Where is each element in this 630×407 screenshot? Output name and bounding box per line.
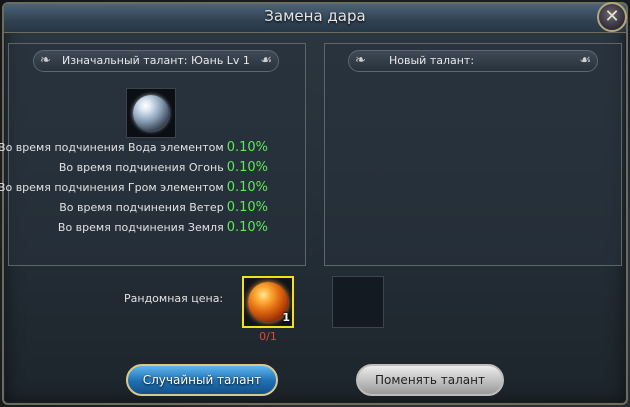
stat-row: Во время подчинения Вода элементом 0.10%	[0, 138, 268, 158]
talent-icon-slot[interactable]	[126, 88, 176, 138]
original-talent-header: ❧ Изначальный талант: Юань Lv 1 ☙	[33, 50, 279, 72]
stat-row: Во время подчинения Земля 0.10%	[58, 218, 268, 238]
stat-label: Во время подчинения Вода элементом	[0, 141, 224, 154]
stat-label: Во время подчинения Гром элементом	[0, 181, 224, 194]
new-talent-panel	[324, 43, 622, 266]
stat-value: 0.10%	[226, 140, 268, 155]
cost-item-slot[interactable]: 1	[242, 276, 294, 328]
stat-label: Во время подчинения Ветер	[59, 201, 224, 214]
stat-label: Во время подчинения Земля	[57, 221, 224, 234]
crystal-orb-icon	[133, 95, 169, 131]
stat-value: 0.10%	[226, 220, 268, 235]
stat-value: 0.10%	[226, 180, 268, 195]
close-icon: ✕	[604, 6, 620, 27]
ornament-right-icon: ☙	[579, 53, 591, 68]
random-cost-label: Рандомная цена:	[124, 292, 224, 305]
new-talent-header: ❧ Новый талант: ☙	[348, 50, 598, 72]
stat-row: Во время подчинения Гром элементом 0.10%	[0, 178, 268, 198]
random-talent-button[interactable]: Случайный талант	[126, 364, 278, 396]
ornament-left-icon: ❧	[40, 53, 51, 68]
ornament-right-icon: ☙	[260, 53, 272, 68]
dialog-title: Замена дара	[264, 7, 366, 25]
close-button[interactable]: ✕	[597, 2, 627, 32]
stat-label: Во время подчинения Огонь	[58, 161, 224, 174]
new-talent-label: Новый талант:	[389, 54, 475, 67]
empty-item-slot[interactable]	[332, 276, 384, 328]
stat-row: Во время подчинения Огонь 0.10%	[59, 158, 268, 178]
stat-row: Во время подчинения Ветер 0.10%	[59, 198, 268, 218]
item-quantity: 1	[282, 311, 290, 324]
original-talent-label: Изначальный талант: Юань Lv 1	[62, 54, 250, 67]
swap-talent-button[interactable]: Поменять талант	[356, 364, 504, 396]
ornament-left-icon: ❧	[355, 53, 366, 68]
stat-value: 0.10%	[226, 200, 268, 215]
item-count-have-need: 0/1	[259, 330, 277, 343]
stat-value: 0.10%	[226, 160, 268, 175]
